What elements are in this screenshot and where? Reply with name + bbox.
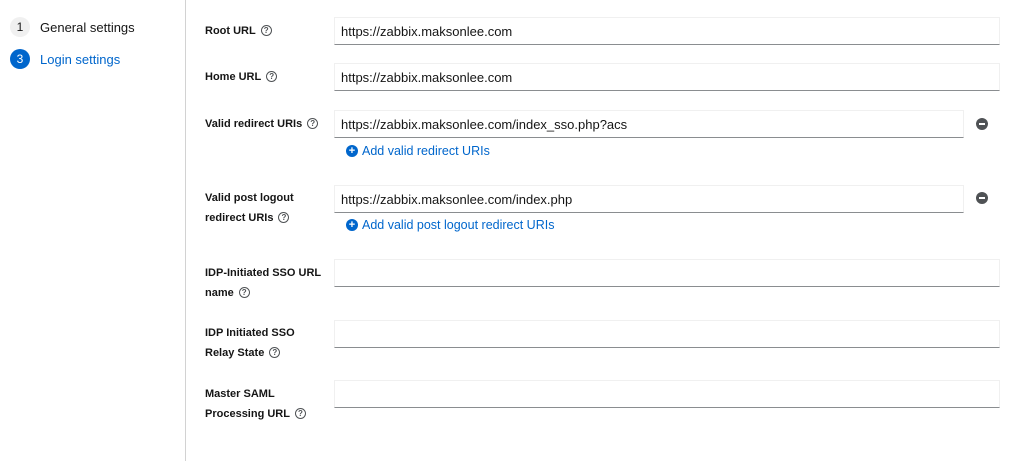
help-icon[interactable]: ? [260,24,272,36]
step-number: 1 [10,17,30,37]
master-saml-processing-url-input[interactable] [334,380,1000,408]
idp-relay-state-label: IDP Initiated SSO Relay State? [205,327,295,359]
post-logout-redirect-uris-label: Valid post logout redirect URIs? [205,192,294,224]
idp-relay-state-input[interactable] [334,320,1000,348]
help-icon[interactable]: ? [266,70,278,82]
step-login-settings[interactable]: 3 Login settings [10,49,120,69]
help-icon[interactable]: ? [238,286,250,298]
add-post-logout-redirect-uri-link[interactable]: + Add valid post logout redirect URIs [346,218,554,232]
post-logout-redirect-uri-input[interactable] [334,185,964,213]
step-general-settings[interactable]: 1 General settings [10,17,135,37]
wizard-sidebar: 1 General settings 3 Login settings [0,0,186,461]
help-icon[interactable]: ? [294,407,306,419]
step-label: Login settings [40,51,121,67]
idp-sso-url-name-input[interactable] [334,259,1000,287]
login-settings-form: Root URL? Home URL? Valid redirect URIs?… [187,0,1024,461]
step-label: General settings [40,19,135,35]
home-url-label: Home URL? [205,67,278,87]
minus-circle-icon[interactable] [976,192,988,204]
minus-circle-icon[interactable] [976,118,988,130]
home-url-input[interactable] [334,63,1000,91]
valid-redirect-uris-label: Valid redirect URIs? [205,114,319,134]
add-valid-redirect-uri-link[interactable]: + Add valid redirect URIs [346,144,490,158]
help-icon[interactable]: ? [307,117,319,129]
step-number: 3 [10,49,30,69]
help-icon[interactable]: ? [278,211,290,223]
plus-circle-icon: + [346,219,358,231]
root-url-label: Root URL? [205,21,272,41]
help-icon[interactable]: ? [269,346,281,358]
master-saml-processing-url-label: Master SAML Processing URL? [205,384,306,424]
plus-circle-icon: + [346,145,358,157]
idp-sso-url-name-label: IDP-Initiated SSO URL name? [205,267,322,299]
valid-redirect-uri-input[interactable] [334,110,964,138]
root-url-input[interactable] [334,17,1000,45]
